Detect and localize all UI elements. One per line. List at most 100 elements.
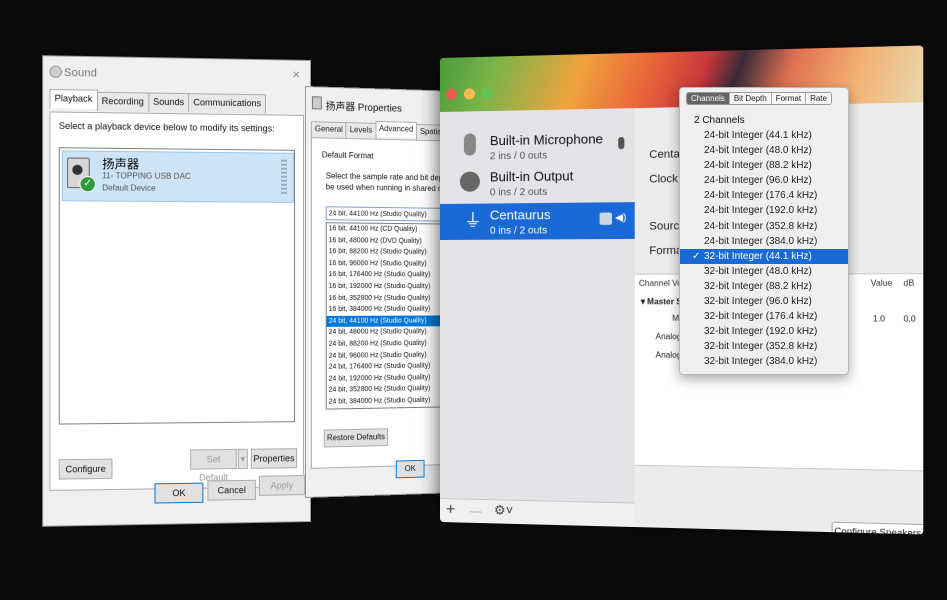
format-menu-item[interactable]: 24-bit Integer (48.0 kHz) <box>680 143 848 158</box>
format-option[interactable]: 16 bit, 384000 Hz (Studio Quality) <box>327 304 443 316</box>
segment-channels[interactable]: Channels <box>687 93 729 104</box>
format-menu-item[interactable]: 24-bit Integer (44.1 kHz) <box>680 128 848 143</box>
format-option[interactable]: 24 bit, 48000 Hz (Studio Quality) <box>327 326 443 338</box>
advanced-panel: Default Format Select the sample rate an… <box>311 137 443 469</box>
configure-button[interactable]: Configure <box>59 459 113 480</box>
format-menu-item[interactable]: 32-bit Integer (384.0 kHz) <box>680 354 848 369</box>
volume-level-meter <box>281 160 287 196</box>
format-menu-item[interactable]: 32-bit Integer (352.8 kHz) <box>680 339 848 354</box>
format-option[interactable]: 24 bit, 384000 Hz (Studio Quality) <box>327 394 443 408</box>
tab-spatial-sound[interactable]: Spatial sound <box>416 124 442 141</box>
tab-sounds[interactable]: Sounds <box>148 93 189 113</box>
format-menu-item[interactable]: 32-bit Integer (48.0 kHz) <box>680 264 848 279</box>
format-option[interactable]: 16 bit, 88200 Hz (Studio Quality) <box>327 246 443 258</box>
properties-window-title: 扬声器 Properties <box>326 98 402 115</box>
segment-bit-depth[interactable]: Bit Depth <box>729 93 771 104</box>
channel-volume-header: Channel Vo <box>639 279 682 288</box>
format-menu-item-label: 24-bit Integer (384.0 kHz) <box>704 236 817 247</box>
format-menu-item[interactable]: 24-bit Integer (176.4 kHz) <box>680 188 848 203</box>
default-format-select[interactable]: 24 bit, 44100 Hz (Studio Quality) <box>326 206 443 221</box>
default-format-description: Select the sample rate and bit depth to … <box>326 170 443 194</box>
format-menu-item[interactable]: 32-bit Integer (96.0 kHz) <box>680 294 848 309</box>
format-menu-item[interactable]: 32-bit Integer (192.0 kHz) <box>680 324 848 339</box>
format-option[interactable]: 16 bit, 48000 Hz (DVD Quality) <box>327 235 443 248</box>
tab-levels[interactable]: Levels <box>346 122 376 139</box>
speaker-properties-icon <box>312 96 322 109</box>
properties-button[interactable]: Properties <box>251 448 297 469</box>
format-menu-item[interactable]: 32-bit Integer (176.4 kHz) <box>680 309 848 324</box>
speaker-properties-dialog: 扬声器 Properties General Levels Advanced S… <box>305 86 443 498</box>
device-row-centaurus[interactable]: ⏚ Centaurus 0 ins / 2 outs ◀) <box>440 202 635 240</box>
format-option[interactable]: 16 bit, 192000 Hz (Studio Quality) <box>327 281 443 293</box>
format-option[interactable]: 24 bit, 88200 Hz (Studio Quality) <box>327 338 443 351</box>
default-input-icon <box>618 137 624 149</box>
set-default-dropdown[interactable]: ▾ <box>238 449 248 469</box>
device-name: Centaurus <box>490 207 551 223</box>
tab-communications[interactable]: Communications <box>188 93 266 113</box>
format-menu-items: 24-bit Integer (44.1 kHz) 24-bit Integer … <box>680 128 848 370</box>
device-name: 扬声器 <box>102 155 139 173</box>
tab-recording[interactable]: Recording <box>97 92 149 112</box>
sidebar-toolbar: + — ⚙︎˅ <box>440 498 635 528</box>
ok-button[interactable]: OK <box>154 483 203 504</box>
tab-advanced[interactable]: Advanced <box>375 121 417 138</box>
device-row-built-in-output[interactable]: Built-in Output 0 ins / 2 outs <box>440 163 635 202</box>
menu-section-header: 2 Channels <box>694 115 745 126</box>
device-io-count: 0 ins / 2 outs <box>490 225 547 236</box>
restore-defaults-button[interactable]: Restore Defaults <box>324 428 388 447</box>
format-menu-item[interactable]: 24-bit Integer (96.0 kHz) <box>680 173 848 188</box>
format-option[interactable]: 16 bit, 44100 Hz (CD Quality) <box>327 223 443 236</box>
playback-panel: Select a playback device below to modify… <box>49 111 304 491</box>
playback-instruction: Select a playback device below to modify… <box>59 121 275 134</box>
format-menu-item-label: 24-bit Integer (352.8 kHz) <box>704 221 817 232</box>
playback-device-list[interactable]: ✓ 扬声器 11- TOPPING USB DAC Default Device <box>59 147 295 424</box>
finder-icon <box>600 213 612 225</box>
tab-general[interactable]: General <box>311 121 347 138</box>
device-io-count: 0 ins / 2 outs <box>490 187 547 199</box>
device-description: 11- TOPPING USB DAC <box>102 171 191 181</box>
close-window-button[interactable] <box>446 89 457 100</box>
default-format-options[interactable]: 16 bit, 44100 Hz (CD Quality) 16 bit, 480… <box>326 222 443 409</box>
format-menu-item-label: 24-bit Integer (88.2 kHz) <box>704 160 812 171</box>
format-segmented-control: Channels Bit Depth Format Rate <box>686 92 832 105</box>
format-menu-item[interactable]: 24-bit Integer (352.8 kHz) <box>680 219 848 234</box>
segment-rate[interactable]: Rate <box>805 93 831 104</box>
sound-tabs: Playback Recording Sounds Communications <box>49 91 265 113</box>
format-menu-item-label: 32-bit Integer (384.0 kHz) <box>704 356 817 367</box>
sound-dialog: Sound × Playback Recording Sounds Commun… <box>42 55 311 527</box>
apply-button[interactable]: Apply <box>259 475 305 496</box>
remove-device-button[interactable]: — <box>470 504 482 518</box>
format-menu-item[interactable]: 24-bit Integer (192.0 kHz) <box>680 203 848 218</box>
properties-ok-button[interactable]: OK <box>396 460 425 479</box>
gear-icon[interactable]: ⚙︎˅ <box>494 502 513 519</box>
playback-device-speakers[interactable]: ✓ 扬声器 11- TOPPING USB DAC Default Device <box>62 150 294 203</box>
configure-speakers-button[interactable]: Configure Speakers... <box>832 522 924 535</box>
format-menu-item[interactable]: 24-bit Integer (88.2 kHz) <box>680 158 848 173</box>
add-device-button[interactable]: + <box>446 501 455 519</box>
value-header: Value <box>871 278 893 287</box>
format-option[interactable]: 16 bit, 352800 Hz (Studio Quality) <box>327 293 443 305</box>
zoom-window-button[interactable] <box>482 88 493 99</box>
master-stream-row[interactable]: ▼Master S <box>639 297 682 306</box>
format-menu-item-label: 24-bit Integer (44.1 kHz) <box>704 130 812 141</box>
format-option[interactable]: 16 bit, 96000 Hz (Studio Quality) <box>327 258 443 270</box>
set-default-button[interactable]: Set Default <box>190 449 237 470</box>
format-menu-item-label: 32-bit Integer (96.0 kHz) <box>704 296 812 307</box>
format-menu-item-label: 32-bit Integer (352.8 kHz) <box>704 341 817 352</box>
cancel-button[interactable]: Cancel <box>207 480 255 501</box>
segment-format[interactable]: Format <box>771 93 805 104</box>
default-output-icon: ◀) <box>615 212 626 223</box>
format-option[interactable]: 16 bit, 176400 Hz (Studio Quality) <box>327 269 443 281</box>
usb-icon: ⏚ <box>464 210 478 232</box>
default-format-label: Default Format <box>322 150 374 160</box>
format-menu-item[interactable]: 32-bit Integer (88.2 kHz) <box>680 279 848 294</box>
format-menu-item-label: 32-bit Integer (192.0 kHz) <box>704 326 817 337</box>
tab-playback[interactable]: Playback <box>49 89 97 109</box>
format-menu-item[interactable]: 24-bit Integer (384.0 kHz) <box>680 234 848 249</box>
format-menu-item[interactable]: ✓ 32-bit Integer (44.1 kHz) <box>680 249 848 264</box>
format-option[interactable]: 24 bit, 44100 Hz (Studio Quality) <box>327 315 443 327</box>
minimize-window-button[interactable] <box>464 88 475 99</box>
device-row-built-in-microphone[interactable]: Built-in Microphone 2 ins / 0 outs <box>440 127 635 166</box>
format-menu-item-label: 32-bit Integer (48.0 kHz) <box>704 266 812 277</box>
close-icon[interactable]: × <box>292 67 300 82</box>
